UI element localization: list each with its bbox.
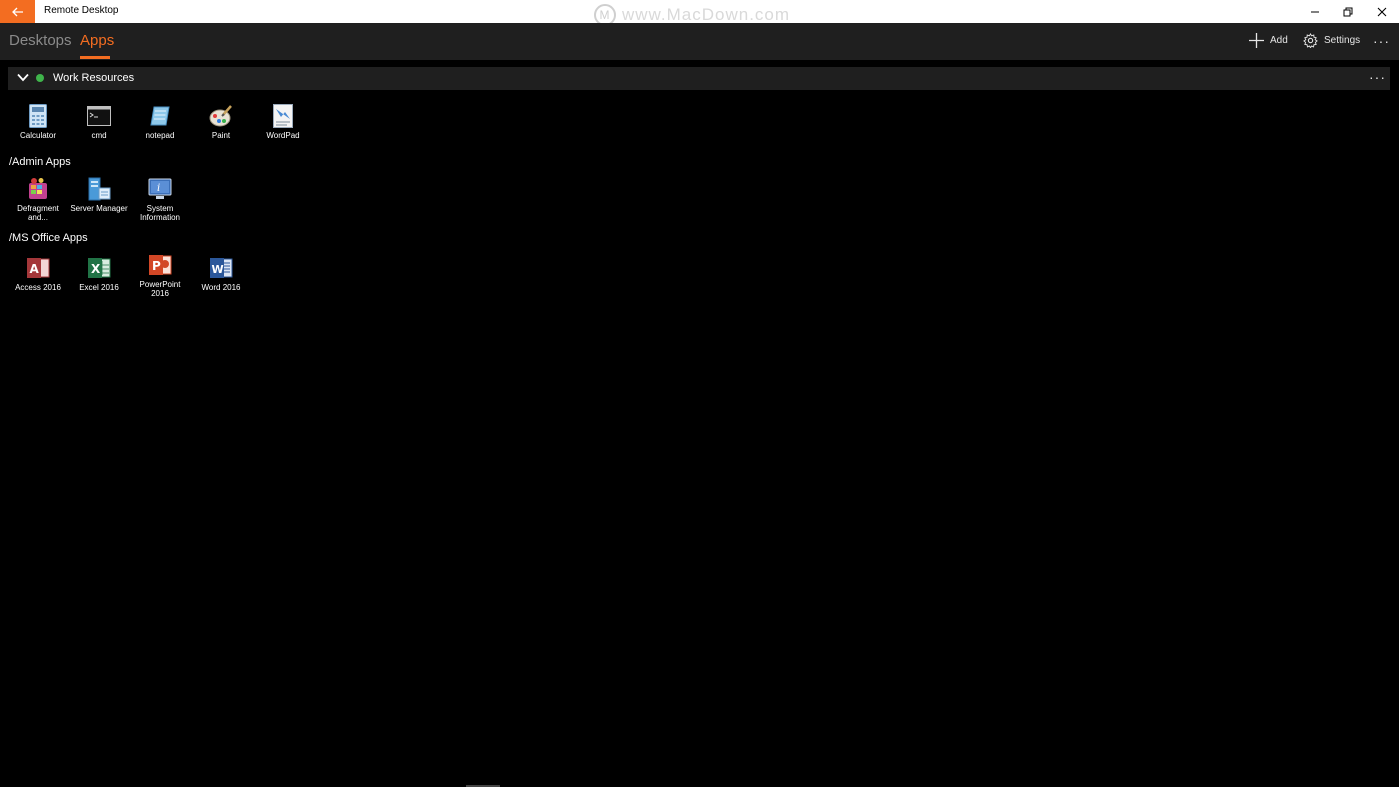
close-button[interactable] — [1365, 0, 1399, 23]
back-button[interactable] — [0, 0, 35, 23]
app-tile[interactable]: P PowerPoint 2016 — [130, 252, 190, 298]
access-icon: A — [25, 255, 51, 281]
app-tile[interactable]: X Excel 2016 — [69, 255, 129, 293]
app-tile[interactable]: Paint — [191, 103, 251, 141]
watermark-text: www.MacDown.com — [622, 5, 791, 24]
tab-desktops[interactable]: Desktops — [9, 32, 72, 49]
app-tile[interactable]: Calculator — [8, 103, 68, 141]
calculator-icon — [25, 103, 51, 129]
minimize-icon — [1311, 11, 1319, 12]
app-label: Calculator — [19, 131, 56, 140]
section-title-admin-apps: /Admin Apps — [9, 156, 71, 168]
app-label: PowerPoint 2016 — [139, 280, 181, 298]
notepad-icon — [147, 103, 173, 129]
active-tab-indicator — [80, 56, 110, 59]
connection-status-indicator — [36, 74, 44, 82]
app-tile[interactable]: Defragment and... — [8, 176, 68, 222]
app-tile[interactable]: notepad — [130, 103, 190, 141]
more-options-button[interactable]: ··· — [1373, 33, 1390, 49]
settings-label: Settings — [1324, 35, 1361, 46]
close-icon — [1377, 7, 1387, 16]
svg-text:W: W — [212, 263, 224, 276]
app-tile[interactable]: cmd — [69, 103, 129, 141]
powerpoint-icon: P — [147, 252, 173, 278]
workspace-name: Work Resources — [53, 72, 135, 84]
cmd-icon — [86, 103, 112, 129]
workspace-header[interactable]: Work Resources ··· — [8, 67, 1390, 90]
app-label: Access 2016 — [15, 283, 61, 292]
minimize-button[interactable] — [1298, 0, 1332, 23]
app-tile[interactable]: A Access 2016 — [8, 255, 68, 293]
word-icon: W — [208, 255, 234, 281]
app-tile[interactable]: WordPad — [253, 103, 313, 141]
app-label: System Information — [139, 204, 181, 222]
app-tile[interactable]: i System Information — [130, 176, 190, 222]
title-bar: Remote Desktop M www.MacDown.com — [0, 0, 1399, 26]
app-label: Word 2016 — [201, 283, 241, 292]
tab-apps[interactable]: Apps — [80, 32, 114, 49]
app-label: notepad — [145, 131, 175, 140]
window-title: Remote Desktop — [44, 5, 119, 16]
wordpad-icon — [270, 103, 296, 129]
svg-text:X: X — [91, 262, 101, 276]
paint-icon — [208, 103, 234, 129]
app-label: WordPad — [266, 131, 300, 140]
add-button[interactable]: Add — [1249, 33, 1288, 48]
server-manager-icon — [86, 176, 112, 202]
restore-button[interactable] — [1331, 0, 1365, 23]
excel-icon: X — [86, 255, 112, 281]
app-label: Excel 2016 — [79, 283, 119, 292]
svg-text:A: A — [30, 262, 40, 276]
svg-text:i: i — [157, 183, 160, 194]
app-label: Server Manager — [70, 204, 128, 213]
add-label: Add — [1270, 35, 1288, 46]
app-tile[interactable]: W Word 2016 — [191, 255, 251, 293]
system-information-icon: i — [147, 176, 173, 202]
app-label: Paint — [211, 131, 231, 140]
gear-icon — [1303, 33, 1318, 48]
back-arrow-icon — [11, 7, 23, 16]
app-label: Defragment and... — [17, 204, 59, 222]
svg-text:P: P — [152, 259, 161, 273]
defragment-icon — [25, 176, 51, 202]
chevron-down-icon[interactable] — [17, 73, 29, 82]
settings-button[interactable]: Settings — [1303, 33, 1360, 48]
plus-icon — [1249, 33, 1264, 48]
section-title-office-apps: /MS Office Apps — [9, 232, 88, 244]
workspace-more-button[interactable]: ··· — [1369, 69, 1386, 85]
app-tile[interactable]: Server Manager — [69, 176, 129, 214]
restore-icon — [1343, 7, 1353, 16]
nav-bar: Desktops Apps Add Settings ··· — [0, 23, 1399, 60]
app-label: cmd — [91, 131, 107, 140]
